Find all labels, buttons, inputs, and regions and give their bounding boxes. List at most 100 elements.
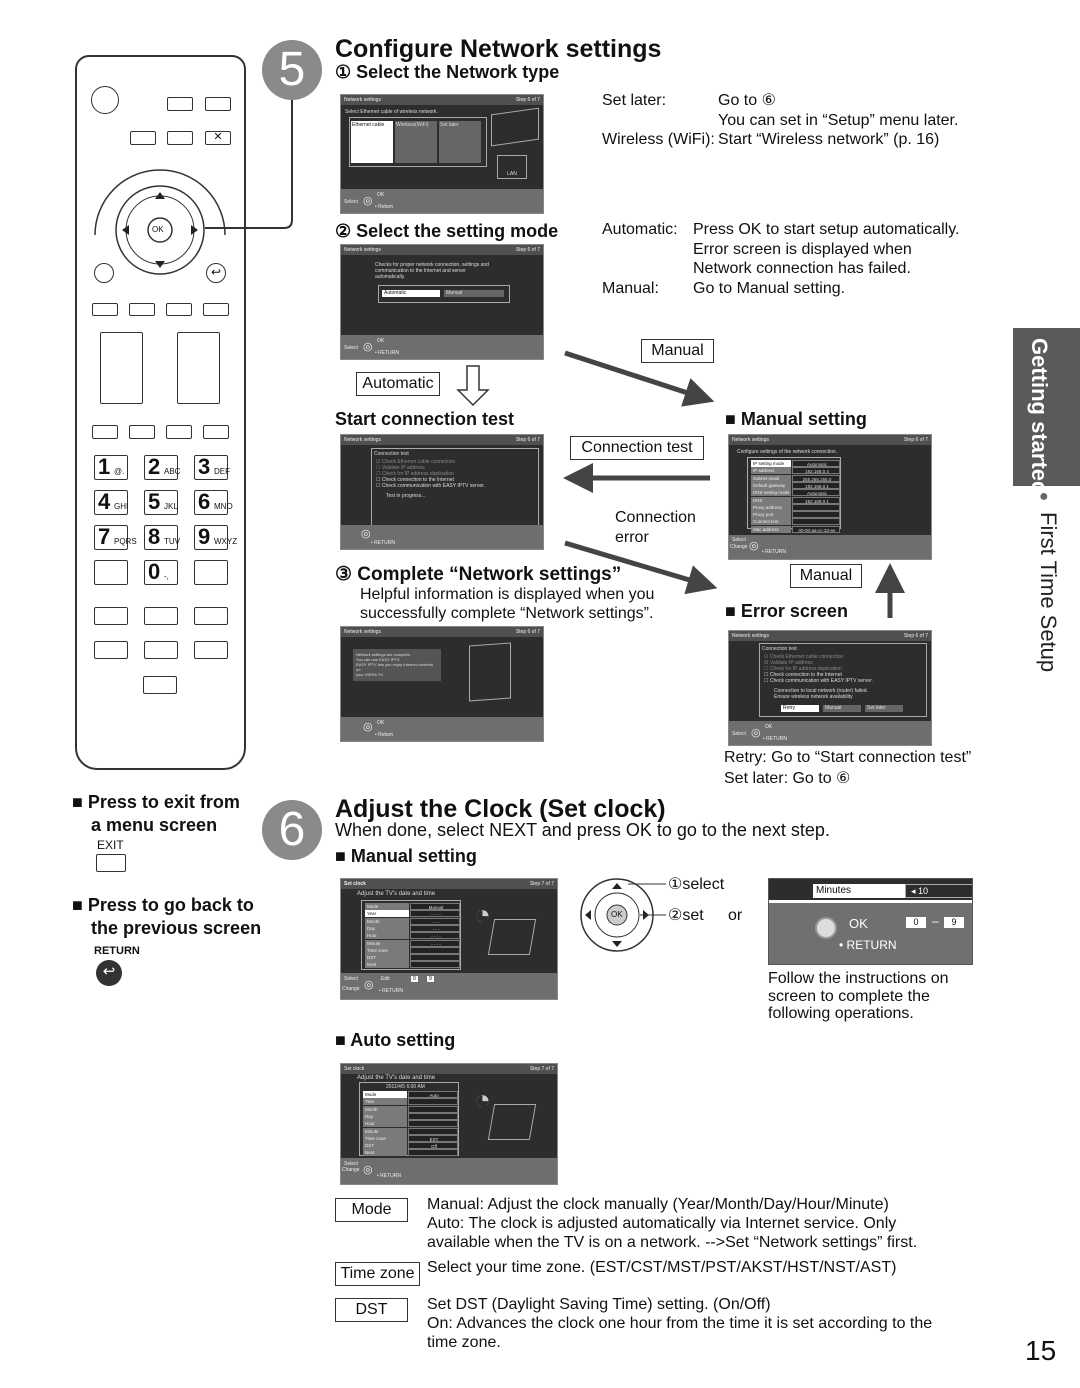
setting-value: - - - bbox=[410, 924, 460, 932]
setting-label[interactable]: DST bbox=[365, 954, 409, 962]
key-1[interactable]: 1 @. bbox=[94, 454, 128, 480]
remote-button[interactable] bbox=[129, 303, 155, 316]
setting-label[interactable]: Hour bbox=[363, 1120, 407, 1128]
setting-value bbox=[408, 1127, 458, 1135]
wifi-text: Start “Wireless network” (p. 16) bbox=[718, 131, 940, 148]
setting-label[interactable]: IP setting mode bbox=[751, 460, 791, 467]
remote-button[interactable] bbox=[130, 131, 156, 145]
remote-button[interactable] bbox=[129, 425, 155, 439]
option-ethernet[interactable]: Ethernet cable bbox=[351, 121, 393, 163]
setting-label[interactable]: Time zone bbox=[363, 1134, 407, 1142]
remote-button[interactable] bbox=[94, 263, 114, 283]
remote-button[interactable] bbox=[203, 303, 229, 316]
remote-button[interactable] bbox=[92, 303, 118, 316]
key-5[interactable]: 5 JKL bbox=[144, 489, 178, 515]
setting-value bbox=[408, 1112, 458, 1120]
setting-label[interactable]: Month bbox=[363, 1105, 407, 1113]
key-7[interactable]: 7 PQRS bbox=[94, 524, 137, 550]
setting-label[interactable]: DST bbox=[363, 1142, 407, 1150]
channel-rocker[interactable] bbox=[177, 332, 220, 404]
setting-label[interactable]: Mode bbox=[365, 903, 409, 910]
key-6[interactable]: 6 MNO bbox=[194, 489, 233, 515]
setting-label[interactable]: Mac address bbox=[751, 525, 791, 533]
remote-button[interactable] bbox=[194, 560, 228, 585]
return-label: RETURN bbox=[94, 945, 140, 957]
setting-label[interactable]: IP address bbox=[751, 467, 791, 475]
remote-button[interactable] bbox=[94, 607, 128, 625]
dpad-icon: ◎ bbox=[363, 341, 373, 353]
automatic-flow-label: Automatic bbox=[356, 372, 440, 396]
remote-button[interactable] bbox=[144, 641, 178, 659]
clock-icon: ◔ bbox=[474, 899, 491, 930]
option-set-later[interactable]: Set later bbox=[439, 121, 481, 163]
page-title: Configure Network settings bbox=[335, 35, 662, 63]
setting-label[interactable]: Day bbox=[363, 1112, 407, 1120]
ok-button[interactable]: OK bbox=[152, 225, 164, 234]
tv-screen-connection-test: Network settings Step 6 of 7 Connection t… bbox=[340, 434, 544, 550]
remote-button[interactable] bbox=[166, 303, 192, 316]
setting-label[interactable]: DNS setting mode bbox=[751, 489, 791, 497]
remote-button[interactable] bbox=[194, 641, 228, 659]
setting-label[interactable]: Next bbox=[365, 961, 409, 969]
remote-button[interactable] bbox=[143, 676, 177, 694]
setting-label[interactable]: Default gateway bbox=[751, 481, 791, 489]
setting-label[interactable]: Proxy port bbox=[751, 511, 791, 519]
return-button[interactable]: ↩ bbox=[206, 263, 226, 283]
volume-rocker[interactable] bbox=[100, 332, 143, 404]
section-title: ■ Auto setting bbox=[335, 1030, 456, 1050]
setting-label[interactable]: Minute bbox=[365, 939, 409, 947]
key-8[interactable]: 8 TUV bbox=[144, 524, 180, 550]
remote-button[interactable] bbox=[144, 607, 178, 625]
section-title: Start connection test bbox=[335, 409, 515, 429]
setting-label[interactable]: Year bbox=[365, 910, 409, 918]
setting-value: 255.255.255.0 bbox=[792, 474, 840, 482]
connection-error-label: error bbox=[615, 529, 649, 546]
power-button[interactable] bbox=[91, 86, 119, 114]
remote-button[interactable] bbox=[167, 97, 193, 111]
retry-option[interactable]: Retry bbox=[781, 705, 819, 712]
tv-screen-complete: Network settings Step 6 of 7 Network sett… bbox=[340, 626, 544, 742]
setting-label[interactable]: Subnet mask bbox=[751, 474, 791, 482]
option-automatic[interactable]: Automatic bbox=[382, 290, 440, 297]
setting-label[interactable]: Month bbox=[365, 917, 409, 925]
connection-error-label: Connection bbox=[615, 509, 696, 526]
section-title: ② Select the setting mode bbox=[335, 221, 559, 241]
remote-button[interactable] bbox=[167, 131, 193, 145]
setting-label[interactable]: DNS bbox=[751, 496, 791, 504]
key-2[interactable]: 2 ABC bbox=[144, 454, 180, 480]
setting-label[interactable]: Minute bbox=[363, 1127, 407, 1135]
option-wireless[interactable]: Wireless(WiFi) bbox=[395, 121, 437, 163]
setting-label[interactable]: Hour bbox=[365, 932, 409, 940]
section-title: ■ Manual setting bbox=[335, 846, 477, 866]
manual-option[interactable]: Manual bbox=[823, 705, 861, 712]
set-later-option[interactable]: Set later bbox=[865, 705, 903, 712]
setting-label[interactable]: Time zone bbox=[365, 946, 409, 954]
remote-button[interactable] bbox=[194, 607, 228, 625]
page-number: 15 bbox=[1025, 1335, 1057, 1366]
setting-value bbox=[792, 511, 840, 519]
key-3[interactable]: 3 DEF bbox=[194, 454, 230, 480]
setting-label[interactable]: Year bbox=[363, 1098, 407, 1106]
key-4[interactable]: 4 GHI bbox=[94, 489, 128, 515]
remote-button[interactable] bbox=[94, 560, 128, 585]
complete-text: Helpful information is displayed when yo… bbox=[360, 586, 655, 603]
option-manual[interactable]: Manual bbox=[444, 290, 504, 297]
remote-button[interactable] bbox=[203, 425, 229, 439]
setting-label[interactable]: Proxy address bbox=[751, 503, 791, 511]
setting-label[interactable]: Next bbox=[363, 1149, 407, 1157]
remote-button[interactable] bbox=[94, 641, 128, 659]
set-later-text: You can set in “Setup” menu later. bbox=[718, 112, 959, 129]
setting-value: - - : - bbox=[410, 932, 460, 940]
key-9[interactable]: 9 WXYZ bbox=[194, 524, 237, 550]
key-0[interactable]: 0 -, bbox=[144, 559, 178, 585]
section-label: First Time Setup bbox=[1036, 512, 1061, 673]
setting-label[interactable]: Connect test bbox=[751, 518, 791, 526]
setting-label[interactable]: Day bbox=[365, 924, 409, 932]
remote-button[interactable] bbox=[166, 425, 192, 439]
wifi-label: Wireless (WiFi): bbox=[602, 131, 715, 148]
dpad-icon: ◎ bbox=[363, 195, 373, 207]
section-title: ■ Error screen bbox=[725, 601, 848, 621]
setting-label[interactable]: Mode bbox=[363, 1091, 407, 1098]
remote-button[interactable] bbox=[92, 425, 118, 439]
section-title: ■ Manual setting bbox=[725, 409, 867, 429]
